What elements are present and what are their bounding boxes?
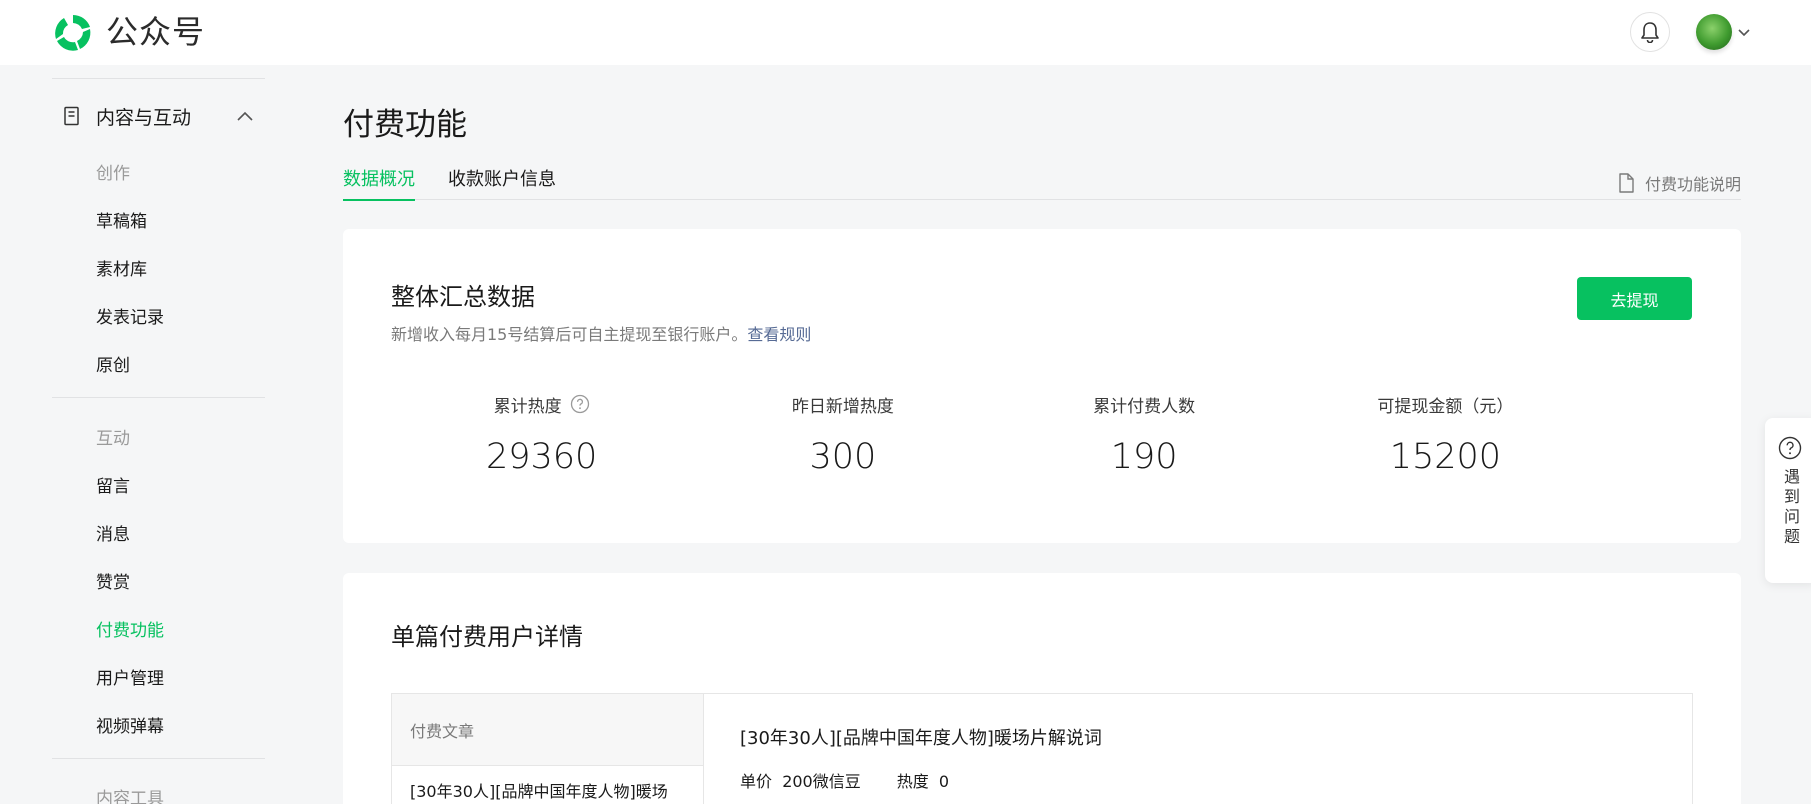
brand-name: 公众号 [106,13,206,51]
price-value: 200微信豆 [782,772,861,791]
chevron-up-icon[interactable] [235,107,255,127]
article-list-header: 付费文章 [392,694,703,766]
sidebar-item-user-management[interactable]: 用户管理 [96,664,164,689]
document-icon [64,106,79,126]
stat-label: 昨日新增热度 [791,396,894,417]
view-rules-link[interactable]: 查看规则 [747,325,811,344]
chevron-down-icon[interactable] [1736,24,1752,40]
detail-title: 单篇付费用户详情 [391,623,583,651]
stat-value: 29360 [485,437,598,477]
article-title: [30年30人][品牌中国年度人物]暖场片解说词 [740,728,1102,749]
stat-withdrawable-amount: 可提现金额（元） 15200 [1295,391,1596,501]
summary-description: 新增收入每月15号结算后可自主提现至银行账户。查看规则 [391,321,811,345]
tab-data-overview[interactable]: 数据概况 [343,165,415,201]
article-price: 单价 200微信豆 [740,768,861,792]
stat-label-text: 累计热度 [493,396,562,417]
sidebar-group-label: 内容与互动 [96,106,192,129]
avatar-icon[interactable] [1696,14,1732,50]
top-header: 公众号 [0,0,1811,65]
paid-feature-help-link[interactable]: 付费功能说明 [1617,171,1741,195]
detail-card: 单篇付费用户详情 付费文章 [30年30人][品牌中国年度人物]暖场 [30年3… [343,573,1741,804]
tab-bar: 数据概况 收款账户信息 付费功能说明 [343,165,1741,201]
bell-icon [1641,22,1659,43]
heat-value: 0 [938,772,950,791]
sidebar-item-publish-history[interactable]: 发表记录 [96,303,164,328]
sidebar-section-create: 创作 [96,164,130,184]
sidebar-group-content-interaction[interactable]: 内容与互动 [62,101,191,131]
sidebar-item-messages[interactable]: 消息 [96,520,130,545]
sidebar-item-materials[interactable]: 素材库 [96,255,147,280]
summary-desc-text: 新增收入每月15号结算后可自主提现至银行账户。 [391,325,748,344]
sidebar-section-tools: 内容工具 [96,789,164,804]
article-heat: 热度 0 [897,768,949,792]
stat-total-payers: 累计付费人数 190 [994,391,1295,501]
sidebar-section-interact: 互动 [96,429,130,449]
file-icon [1619,173,1634,193]
sidebar-item-rewards[interactable]: 赞赏 [96,568,130,593]
sidebar-divider [52,758,265,759]
detail-table: 付费文章 [30年30人][品牌中国年度人物]暖场 [30年30人][品牌中国年… [391,693,1693,804]
stat-value: 190 [1110,437,1178,477]
stat-label: 可提现金额（元） [1377,396,1514,417]
tab-payee-account[interactable]: 收款账户信息 [448,165,556,199]
stat-yesterday-heat: 昨日新增热度 300 [692,391,993,501]
question-circle-icon[interactable] [570,394,590,414]
floating-help-button[interactable]: 遇到问题 [1765,418,1811,583]
stat-label: 累计热度 [494,391,590,417]
page-title: 付费功能 [343,107,467,143]
stat-label: 累计付费人数 [1093,396,1196,417]
question-circle-icon [1778,436,1802,460]
heat-label: 热度 [896,772,929,791]
notification-button[interactable] [1630,12,1670,52]
article-list: 付费文章 [30年30人][品牌中国年度人物]暖场 [392,694,704,804]
sidebar-divider [52,397,265,398]
article-detail: [30年30人][品牌中国年度人物]暖场片解说词 单价 200微信豆 热度 0 [704,694,1692,804]
price-label: 单价 [740,772,773,791]
stat-value: 300 [809,437,877,477]
sidebar-divider [52,78,265,79]
summary-card: 整体汇总数据 新增收入每月15号结算后可自主提现至银行账户。查看规则 去提现 累… [343,229,1741,543]
stats-row: 累计热度 29360 昨日新增热度 300 累计付费人数 190 可提现金额（元… [391,391,1596,501]
stat-value: 15200 [1389,437,1502,477]
sidebar-item-paid-features[interactable]: 付费功能 [96,616,164,641]
sidebar-item-video-danmaku[interactable]: 视频弹幕 [96,712,164,737]
article-list-item[interactable]: [30年30人][品牌中国年度人物]暖场 [392,766,703,804]
article-meta: 单价 200微信豆 热度 0 [740,768,1656,792]
summary-title: 整体汇总数据 [391,283,535,311]
help-link-label: 付费功能说明 [1644,175,1741,194]
sidebar-item-comments[interactable]: 留言 [96,472,130,497]
withdraw-button[interactable]: 去提现 [1577,277,1692,320]
stat-total-heat: 累计热度 29360 [391,391,692,501]
sidebar-item-original[interactable]: 原创 [96,351,130,376]
sidebar-item-drafts[interactable]: 草稿箱 [96,207,147,232]
floating-help-label: 遇到问题 [1781,468,1800,548]
wechat-official-account-logo-icon[interactable] [52,12,94,54]
